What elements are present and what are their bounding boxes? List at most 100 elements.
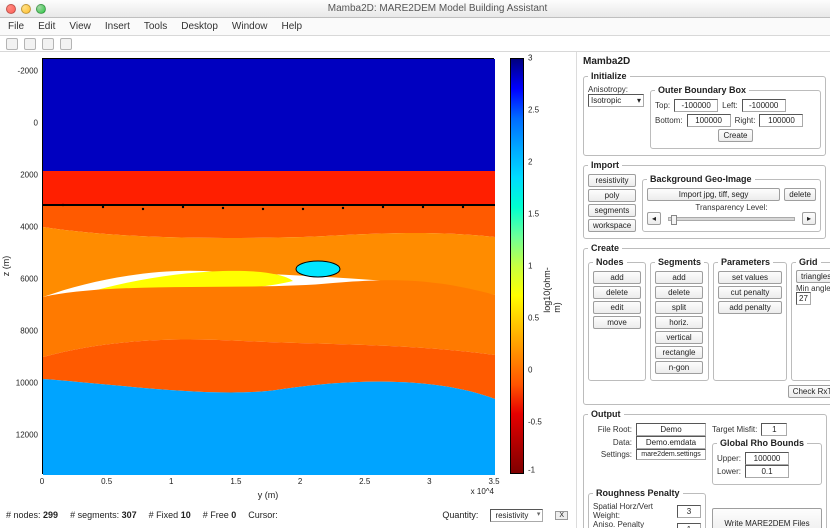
quantity-select[interactable]: resistivity: [490, 509, 543, 522]
transparency-slider[interactable]: [668, 217, 795, 221]
settings-input[interactable]: mare2dem.settings: [636, 449, 706, 460]
create-box-button[interactable]: Create: [718, 129, 752, 142]
import-resistivity-button[interactable]: resistivity: [588, 174, 636, 187]
dismiss-button[interactable]: X: [555, 511, 568, 520]
grid-legend: Grid: [796, 257, 821, 267]
seg-ngon-button[interactable]: n-gon: [655, 361, 703, 374]
spatial-weight-input[interactable]: 3: [677, 505, 701, 518]
nodes-delete-button[interactable]: delete: [593, 286, 641, 299]
ytick: 8000: [8, 326, 38, 335]
menu-desktop[interactable]: Desktop: [181, 21, 218, 32]
ctick: 0: [528, 366, 532, 375]
menu-insert[interactable]: Insert: [105, 21, 130, 32]
menu-file[interactable]: File: [8, 21, 24, 32]
write-files-button[interactable]: Write MARE2DEM Files: [712, 508, 822, 528]
output-legend: Output: [588, 409, 624, 419]
menu-view[interactable]: View: [69, 21, 91, 32]
segments-label: # segments: 307: [70, 510, 137, 520]
min-angle-input[interactable]: 27: [796, 292, 811, 305]
target-misfit-input[interactable]: 1: [761, 423, 787, 436]
ctick: 1.5: [528, 210, 539, 219]
file-root-label: File Root:: [588, 425, 632, 434]
x-axis-label: y (m): [258, 490, 279, 500]
anisotropy-select[interactable]: Isotropic▾: [588, 94, 644, 107]
seg-vertical-button[interactable]: vertical: [655, 331, 703, 344]
ctick: 2.5: [528, 106, 539, 115]
initialize-legend: Initialize: [588, 71, 630, 81]
import-workspace-button[interactable]: workspace: [588, 219, 636, 232]
create-panel: Create Nodes add delete edit move Segmen…: [583, 243, 830, 405]
menu-tools[interactable]: Tools: [144, 21, 167, 32]
right-label: Right:: [735, 116, 756, 125]
xtick: 2: [298, 477, 302, 486]
menu-window[interactable]: Window: [232, 21, 268, 32]
seg-delete-button[interactable]: delete: [655, 286, 703, 299]
x-axis-multiplier: x 10^4: [471, 487, 494, 496]
import-segments-button[interactable]: segments: [588, 204, 636, 217]
import-poly-button[interactable]: poly: [588, 189, 636, 202]
left-input[interactable]: -100000: [742, 99, 786, 112]
right-input[interactable]: 100000: [759, 114, 803, 127]
ctick: 0.5: [528, 314, 539, 323]
window-title: Mamba2D: MARE2DEM Model Building Assista…: [51, 3, 824, 14]
top-input[interactable]: -100000: [674, 99, 718, 112]
settings-label: Settings:: [588, 450, 632, 459]
zoom-icon[interactable]: [36, 4, 46, 14]
transparency-label: Transparency Level:: [647, 203, 816, 212]
ctick: 2: [528, 158, 532, 167]
side-title: Mamba2D: [583, 56, 826, 67]
file-root-input[interactable]: Demo: [636, 423, 706, 436]
aniso-weight-label: Aniso. Penalty Weight:: [593, 520, 673, 528]
grid-triangles-button[interactable]: triangles: [796, 270, 830, 283]
data-input[interactable]: Demo.emdata: [636, 436, 706, 449]
bg-delete-button[interactable]: delete: [784, 188, 816, 201]
ctick: -0.5: [528, 418, 542, 427]
seg-split-button[interactable]: split: [655, 301, 703, 314]
bottom-label: Bottom:: [655, 116, 683, 125]
param-cutpenalty-button[interactable]: cut penalty: [718, 286, 782, 299]
param-setvalues-button[interactable]: set values: [718, 271, 782, 284]
ytick: 4000: [8, 222, 38, 231]
rho-bounds-legend: Global Rho Bounds: [717, 438, 807, 448]
minimize-icon[interactable]: [21, 4, 31, 14]
ytick: 10000: [8, 378, 38, 387]
pointer-icon[interactable]: [6, 38, 18, 50]
nodes-edit-button[interactable]: edit: [593, 301, 641, 314]
zoom-out-icon[interactable]: [42, 38, 54, 50]
rho-lower-input[interactable]: 0.1: [745, 465, 789, 478]
xtick: 3.5: [488, 477, 499, 486]
colorbar: [510, 58, 524, 474]
seg-rectangle-button[interactable]: rectangle: [655, 346, 703, 359]
nodes-label: # nodes: 299: [6, 510, 58, 520]
ytick: 0: [8, 118, 38, 127]
seg-horiz-button[interactable]: horiz.: [655, 316, 703, 329]
nodes-legend: Nodes: [593, 257, 627, 267]
nodes-move-button[interactable]: move: [593, 316, 641, 329]
seg-add-button[interactable]: add: [655, 271, 703, 284]
menu-edit[interactable]: Edit: [38, 21, 55, 32]
xtick: 0: [40, 477, 44, 486]
menu-help[interactable]: Help: [282, 21, 303, 32]
nodes-add-button[interactable]: add: [593, 271, 641, 284]
figure-toolbar: [0, 36, 830, 52]
bg-import-button[interactable]: Import jpg, tiff, segy: [647, 188, 780, 201]
check-rxtx-button[interactable]: Check RxTx: [788, 385, 830, 398]
ctick: 1: [528, 262, 532, 271]
resistivity-axes[interactable]: [42, 58, 494, 474]
ytick: 6000: [8, 274, 38, 283]
bottom-input[interactable]: 100000: [687, 114, 731, 127]
window-titlebar: Mamba2D: MARE2DEM Model Building Assista…: [0, 0, 830, 18]
zoom-in-icon[interactable]: [24, 38, 36, 50]
pan-icon[interactable]: [60, 38, 72, 50]
close-icon[interactable]: [6, 4, 16, 14]
param-addpenalty-button[interactable]: add penalty: [718, 301, 782, 314]
rho-lower-label: Lower:: [717, 467, 741, 476]
rho-upper-label: Upper:: [717, 454, 741, 463]
xtick: 3: [427, 477, 431, 486]
aniso-weight-input[interactable]: 1: [677, 523, 701, 528]
transparency-plus[interactable]: ▸: [802, 212, 816, 225]
transparency-minus[interactable]: ◂: [647, 212, 661, 225]
rho-upper-input[interactable]: 100000: [745, 452, 789, 465]
anisotropy-label: Anisotropy:: [588, 85, 644, 94]
ctick: 3: [528, 54, 532, 63]
